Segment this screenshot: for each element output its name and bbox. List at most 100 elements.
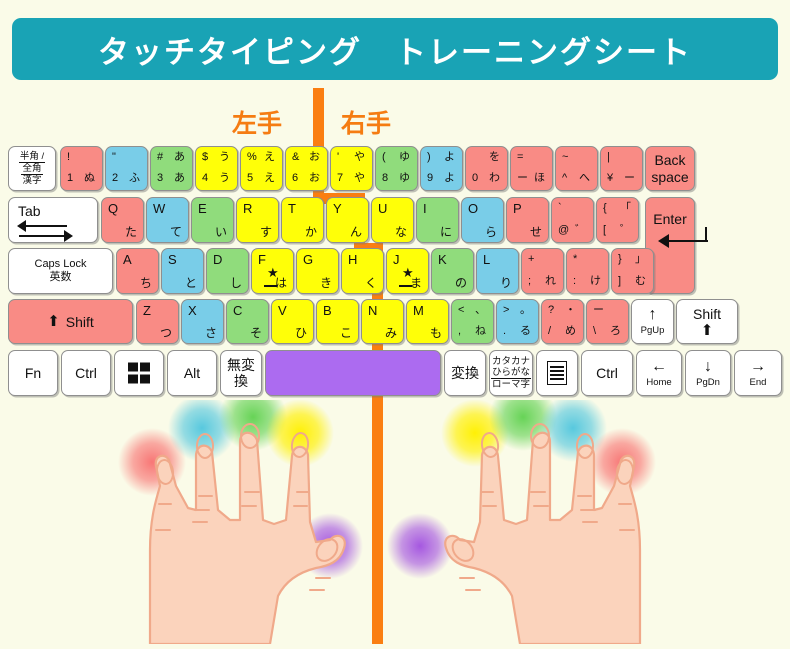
key-n[interactable]: Nみ [361,299,404,344]
key-space[interactable] [265,350,441,396]
key-5[interactable]: % え 5 え [240,146,283,191]
key-legend-tr: や [354,151,365,163]
shift-up-arrow-icon: ⬆ [47,313,60,330]
key-legend-br: ぬ [84,172,95,184]
key-4[interactable]: $ う 4 う [195,146,238,191]
key-kana: り [499,276,512,290]
key-y[interactable]: Yん [326,197,369,243]
key-legend-bl: 4 [202,172,209,184]
key-slash[interactable]: ? ・ / め [541,299,584,344]
key-muhenkan[interactable]: 無変換 [220,350,262,396]
key-i[interactable]: Iに [416,197,459,243]
key-minus[interactable]: = ーほ [510,146,553,191]
key-semicolon[interactable]: +; れ [521,248,564,294]
arrow-icon: ↑ [648,306,657,324]
key-f[interactable]: F は ★ [251,248,294,294]
key-backslash[interactable]: ー \ ろ [586,299,629,344]
key-legend-tl: ' [337,151,340,163]
key-x[interactable]: Xさ [181,299,224,344]
key-j[interactable]: J ま ★ [386,248,429,294]
key-legend-bl: 1 [67,172,74,184]
key-legend-tl: ー [593,304,604,316]
key-p[interactable]: Pせ [506,197,549,243]
key-bracket-left[interactable]: {「 [゜ [596,197,639,243]
key-period[interactable]: > 。. る [496,299,539,344]
key-alt[interactable]: Alt [167,350,217,396]
key-windows[interactable] [114,350,164,396]
key-v[interactable]: Vひ [271,299,314,344]
key-legend-br: け [590,275,601,287]
key-3[interactable]: # あ 3 あ [150,146,193,191]
key-2[interactable]: " 2 ふ [105,146,148,191]
key-t[interactable]: Tか [281,197,324,243]
context-menu-icon [547,361,567,385]
hands-svg [118,383,656,646]
caps-lock[interactable]: Caps Lock 英数 [8,248,113,294]
key-c[interactable]: Cそ [226,299,269,344]
key-comma[interactable]: < 、, ね [451,299,494,344]
key-right-end[interactable]: → End [734,350,782,396]
tab-arrow-icon [19,225,67,227]
key-legend-br: ふ [129,172,140,184]
key-legend-bl: ¥ [607,172,614,184]
key-7[interactable]: ' や 7 や [330,146,373,191]
key-1[interactable]: ! 1 ぬ [60,146,103,191]
backspace[interactable]: Back space [645,146,695,191]
key-q[interactable]: Qた [101,197,144,243]
key-bracket-right[interactable]: } 」] む [611,248,654,294]
key-left-home[interactable]: ← Home [636,350,682,396]
key-katakana-hiragana[interactable]: カタカナ ひらがな ローマ字 [489,350,533,396]
key-r[interactable]: Rす [236,197,279,243]
key-ctrl-right[interactable]: Ctrl [581,350,633,396]
key-w[interactable]: Wて [146,197,189,243]
key-k[interactable]: Kの [431,248,474,294]
key-h[interactable]: Hく [341,248,384,294]
key-legend-bl: 6 [292,172,299,184]
key-fn[interactable]: Fn [8,350,58,396]
key-g[interactable]: Gき [296,248,339,294]
key-legend-tr: あ [174,151,185,163]
key-label-line: ひらがな [490,366,531,379]
key-a[interactable]: Aち [116,248,159,294]
key-6[interactable]: & お 6 お [285,146,328,191]
key-up-pgup[interactable]: ↑ PgUp [631,299,674,344]
arrow-icon: → [750,357,766,375]
shift-left[interactable]: ⬆ Shift [8,299,133,344]
key-u[interactable]: Uな [371,197,414,243]
key-l[interactable]: Lり [476,248,519,294]
shift-right[interactable]: Shift ⬆ [676,299,738,344]
key-0[interactable]: を0わ [465,146,508,191]
key-s[interactable]: Sと [161,248,204,294]
key-ctrl-left[interactable]: Ctrl [61,350,111,396]
key-menu[interactable] [536,350,578,396]
key-d[interactable]: Dし [206,248,249,294]
hankaku-zenkaku[interactable]: 半角 / 全角 漢字 [8,146,56,191]
key-b[interactable]: Bこ [316,299,359,344]
key-down-pgdn[interactable]: ↓ PgDn [685,350,731,396]
key-kana: す [259,225,272,239]
key-letter: B [323,303,332,318]
key-label-line: 変換 [451,364,479,381]
key-label-line: カタカナ [491,355,530,367]
training-sheet: タッチタイピング トレーニングシート 左手 右手 半角 / 全角 漢字! 1 ぬ " 2 ふ #… [0,0,790,646]
key-legend-bl: ^ [562,172,568,184]
key-8[interactable]: (ゆ 8 ゆ [375,146,418,191]
key-z[interactable]: Zつ [136,299,179,344]
key-o[interactable]: Oら [461,197,504,243]
key-henkan[interactable]: 変換 [444,350,486,396]
key-legend-tl: = [517,151,524,163]
key-yen[interactable]: | ¥ ー [600,146,643,191]
key-at[interactable]: ` @ ゛ [551,197,594,243]
key-letter: H [348,252,358,267]
key-9[interactable]: ) よ 9 よ [420,146,463,191]
key-kana: た [124,225,137,239]
key-kana: き [319,276,332,290]
tab[interactable]: Tab [8,197,98,243]
key-e[interactable]: Eい [191,197,234,243]
key-colon[interactable]: *: け [566,248,609,294]
key-caption: PgDn [696,376,720,388]
key-letter: E [198,201,207,216]
key-legend-bl: [ [603,224,607,236]
key-caret[interactable]: ~ ^ へ [555,146,598,191]
key-m[interactable]: Mも [406,299,449,344]
